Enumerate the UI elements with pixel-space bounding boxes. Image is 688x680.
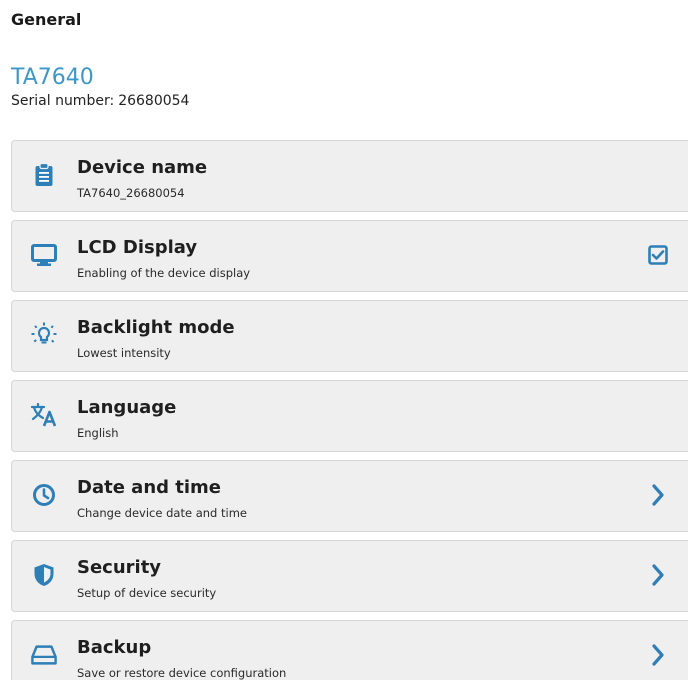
setting-security[interactable]: Security Setup of device security <box>11 540 688 612</box>
monitor-icon <box>31 242 57 268</box>
checkbox-checked-icon <box>648 245 668 265</box>
page-title: General <box>11 10 82 29</box>
setting-subtitle: Lowest intensity <box>77 346 171 360</box>
setting-title: Backlight mode <box>77 317 235 338</box>
chevron-right-icon[interactable] <box>646 483 670 507</box>
lightbulb-icon <box>31 322 57 348</box>
serial-number: Serial number: 26680054 <box>11 93 189 109</box>
serial-value: 26680054 <box>118 93 190 109</box>
lcd-display-checkbox[interactable] <box>646 243 670 267</box>
settings-list: Device name TA7640_26680054 LCD Display … <box>11 140 688 680</box>
drive-icon <box>31 642 57 668</box>
setting-subtitle: English <box>77 426 119 440</box>
setting-language[interactable]: Language English <box>11 380 688 452</box>
setting-date-and-time[interactable]: Date and time Change device date and tim… <box>11 460 688 532</box>
setting-title: Language <box>77 397 177 418</box>
setting-backlight-mode[interactable]: Backlight mode Lowest intensity <box>11 300 688 372</box>
setting-backup[interactable]: Backup Save or restore device configurat… <box>11 620 688 680</box>
setting-title: Backup <box>77 637 152 658</box>
setting-title: Date and time <box>77 477 222 498</box>
setting-subtitle: Enabling of the device display <box>77 266 251 280</box>
shield-icon <box>31 562 57 588</box>
serial-label: Serial number: <box>11 93 115 109</box>
setting-title: LCD Display <box>77 237 198 258</box>
setting-subtitle: Setup of device security <box>77 586 217 600</box>
device-model: TA7640 <box>11 65 94 90</box>
setting-subtitle: Change device date and time <box>77 506 247 520</box>
chevron-right-icon[interactable] <box>646 643 670 667</box>
setting-subtitle: TA7640_26680054 <box>77 186 185 200</box>
setting-title: Device name <box>77 157 208 178</box>
chevron-right-icon[interactable] <box>646 563 670 587</box>
clipboard-icon <box>31 162 57 188</box>
setting-subtitle: Save or restore device configuration <box>77 666 287 680</box>
setting-title: Security <box>77 557 162 578</box>
general-settings-page: General TA7640 Serial number: 26680054 De… <box>0 0 688 680</box>
clock-icon <box>31 482 57 508</box>
setting-lcd-display[interactable]: LCD Display Enabling of the device displ… <box>11 220 688 292</box>
setting-device-name[interactable]: Device name TA7640_26680054 <box>11 140 688 212</box>
translate-icon <box>31 402 57 428</box>
